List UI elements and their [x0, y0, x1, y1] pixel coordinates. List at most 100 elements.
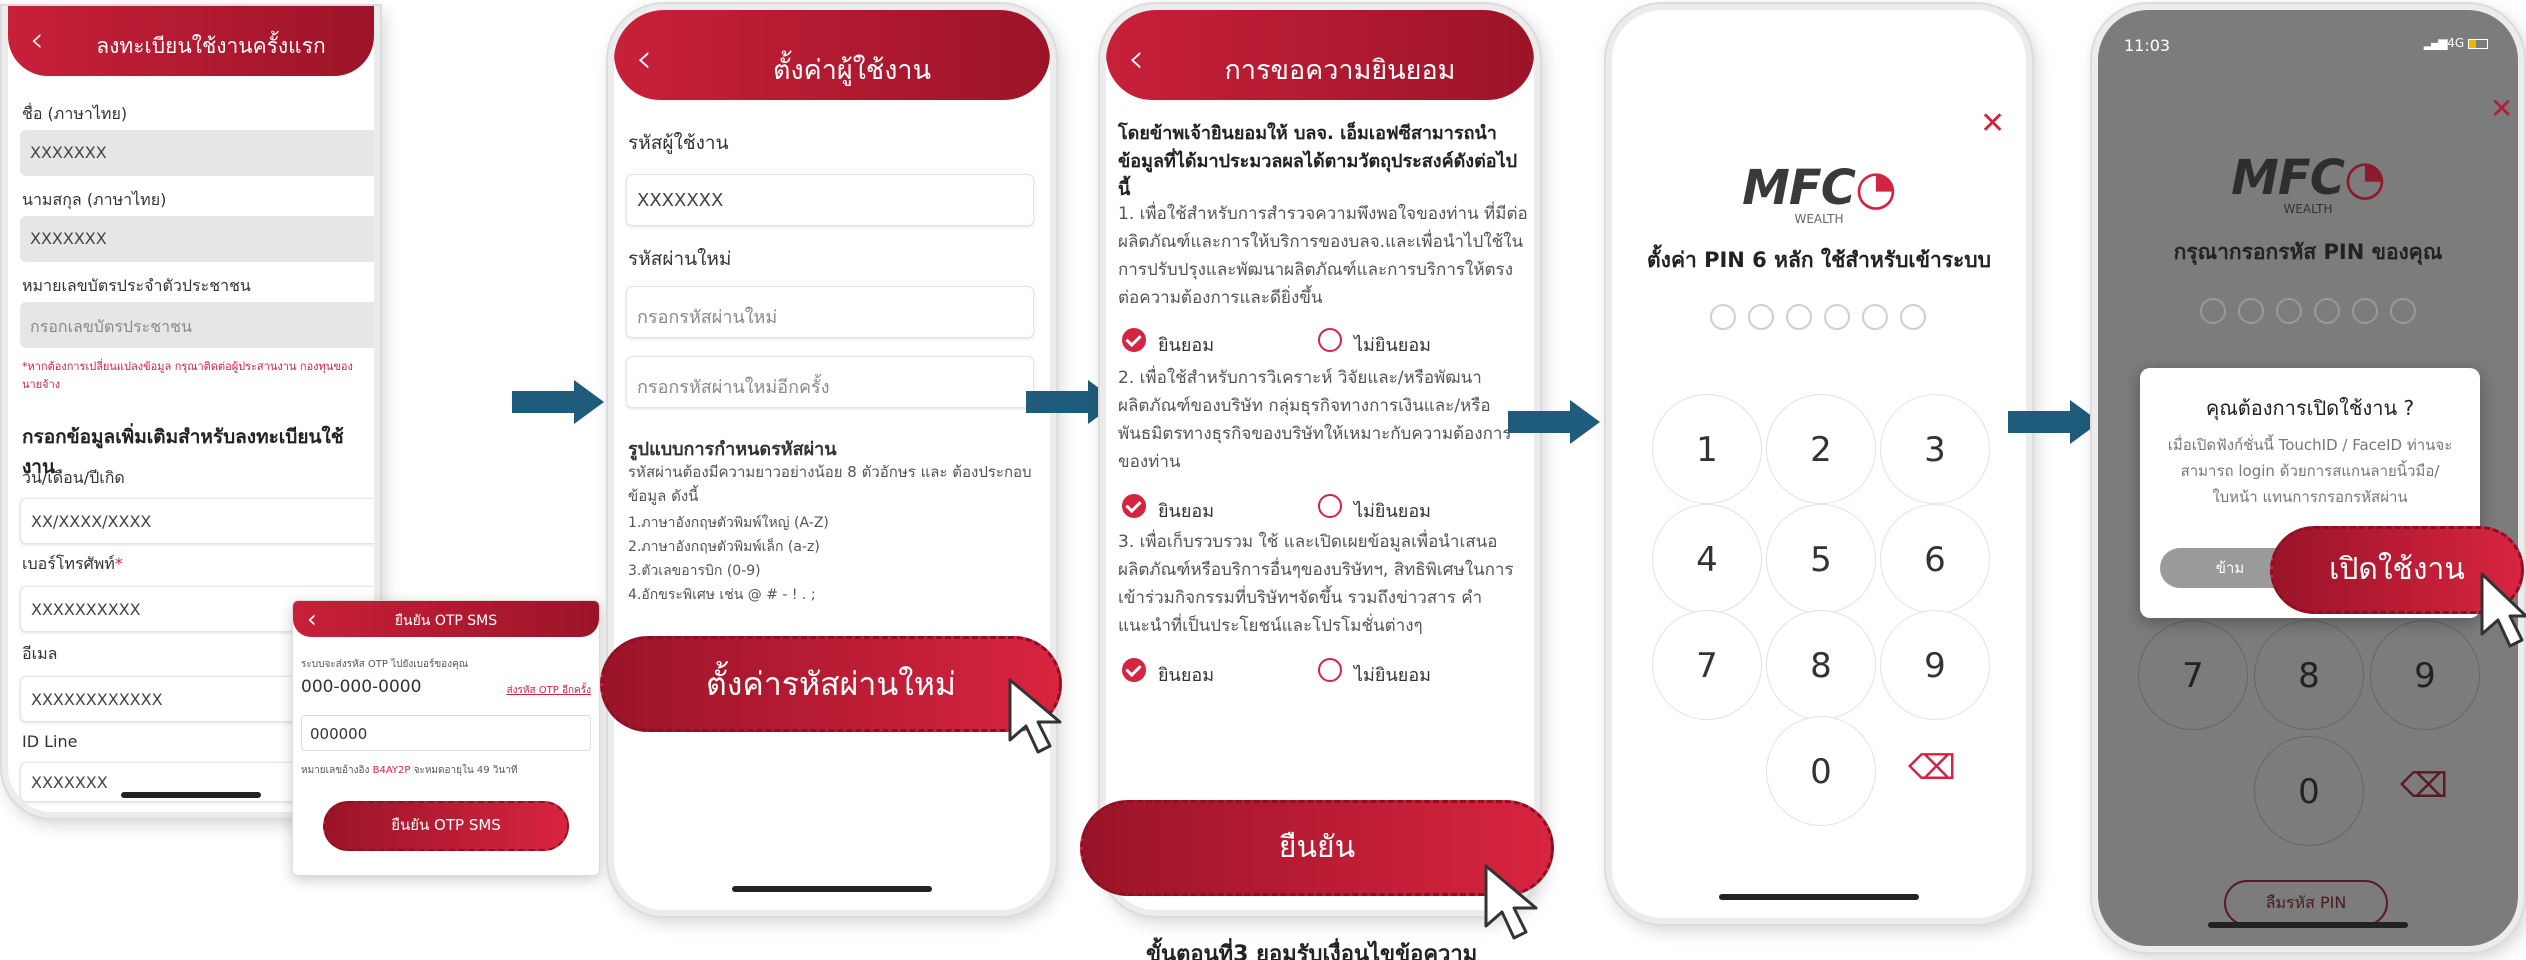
username-label: รหัสผู้ใช้งาน	[628, 132, 729, 154]
dialog-title: คุณต้องการเปิดใช้งาน ?	[2205, 396, 2415, 420]
disagree-radio[interactable]	[1318, 658, 1342, 682]
keypad-key[interactable]: 3	[1880, 394, 1990, 504]
otp-popup-header: ‹ ยืนยัน OTP SMS	[293, 601, 599, 637]
password-rule-item: 4.อักขระพิเศษ เช่น @ # - ! . ;	[628, 587, 816, 603]
consent-item-text: 1. เพื่อใช้สำหรับการสำรวจความพึงพอใจของท…	[1118, 204, 1528, 308]
battery-icon	[2468, 38, 2488, 49]
dob-label: วัน/เดือน/ปีเกิด	[22, 468, 125, 487]
pin-dot	[1786, 304, 1812, 330]
last-name-field[interactable]: XXXXXXX	[20, 216, 374, 262]
pin-dot	[2390, 298, 2416, 324]
pin-dot	[2352, 298, 2378, 324]
keypad-key[interactable]: 9	[1880, 610, 1990, 720]
agree-label: ยินยอม	[1158, 665, 1215, 686]
pin-dot	[1900, 304, 1926, 330]
phone-label-text: เบอร์โทรศัพท์	[22, 554, 115, 573]
keypad-key[interactable]: 0	[1766, 716, 1876, 826]
otp-info: ระบบจะส่งรหัส OTP ไปยังเบอร์ของคุณ	[301, 659, 469, 670]
mfc-wealth-logo: MFC◔ WEALTH	[1612, 160, 2026, 226]
agree-radio[interactable]	[1122, 328, 1146, 352]
keypad-key[interactable]: 7	[1652, 610, 1762, 720]
registration-header: ‹ ลงทะเบียนใช้งานครั้งแรก	[8, 6, 374, 76]
keypad-key[interactable]: 8	[2254, 620, 2364, 730]
keypad-key[interactable]: 7	[2138, 620, 2248, 730]
disagree-radio[interactable]	[1318, 328, 1342, 352]
otp-confirm-button[interactable]: ยืนยัน OTP SMS	[323, 801, 569, 851]
confirm-password-field[interactable]: กรอกรหัสผ่านใหม่อีกครั้ง	[626, 356, 1034, 408]
status-network: ▂▄▆ 4G	[2424, 36, 2488, 50]
otp-reference: หมายเลขอ้างอิง B4AY2P จะหมดอายุใน 49 วิน…	[301, 763, 517, 778]
pin-dot	[1710, 304, 1736, 330]
phone-screen-set-pin: ✕ MFC◔ WEALTH ตั้งค่า PIN 6 หลัก ใช้สำหร…	[1606, 4, 2032, 924]
close-icon[interactable]: ✕	[2490, 92, 2513, 125]
otp-popup: ‹ ยืนยัน OTP SMS ระบบจะส่งรหัส OTP ไปยัง…	[292, 600, 600, 876]
page-title: ตั้งค่าผู้ใช้งาน	[772, 55, 932, 86]
agree-label: ยินยอม	[1158, 501, 1215, 522]
set-password-button[interactable]: ตั้งค่ารหัสผ่านใหม่	[600, 636, 1062, 732]
username-field[interactable]: XXXXXXX	[626, 174, 1034, 226]
email-label: อีเมล	[22, 644, 58, 663]
password-rule-item: 3.ตัวเลขอารบิก (0-9)	[628, 563, 761, 579]
keypad-key[interactable]: 0	[2254, 736, 2364, 846]
agree-radio[interactable]	[1122, 494, 1146, 518]
keypad-key[interactable]: 1	[1652, 394, 1762, 504]
pin-dot	[1748, 304, 1774, 330]
home-indicator	[121, 792, 261, 798]
new-password-field[interactable]: กรอกรหัสผ่านใหม่	[626, 286, 1034, 338]
step-caption: ขั้นตอนที่3 ยอมรับเงื่อนไขข้อความ	[1146, 942, 1478, 960]
disagree-label: ไม่ยินยอม	[1354, 501, 1431, 522]
otp-code-field[interactable]: 000000	[301, 715, 591, 751]
agree-label: ยินยอม	[1158, 335, 1215, 356]
otp-ref-code: B4AY2P	[372, 765, 411, 776]
home-indicator	[1719, 894, 1919, 900]
first-name-field[interactable]: XXXXXXX	[20, 130, 374, 176]
dob-field[interactable]: XX/XXXX/XXXX	[20, 498, 374, 544]
page-title: ลงทะเบียนใช้งานครั้งแรก	[96, 34, 326, 58]
agree-radio[interactable]	[1122, 658, 1146, 682]
disagree-radio[interactable]	[1318, 494, 1342, 518]
pin-dot	[2314, 298, 2340, 324]
keypad-key[interactable]: 8	[1766, 610, 1876, 720]
phone-label: เบอร์โทรศัพท์*	[22, 552, 123, 577]
phone-screen-consent: ‹ การขอความยินยอม โดยข้าพเจ้ายินยอมให้ บ…	[1100, 4, 1540, 916]
otp-resend-link[interactable]: ส่งรหัส OTP อีกครั้ง	[507, 683, 591, 698]
contact-note: *หากต้องการเปลี่ยนแปลงข้อมูล กรุณาติดต่อ…	[22, 360, 353, 391]
backspace-icon[interactable]: ⌫	[2400, 766, 2448, 806]
keypad-key[interactable]: 5	[1766, 504, 1876, 614]
step-arrow-icon	[1508, 400, 1600, 444]
keypad-key[interactable]: 2	[1766, 394, 1876, 504]
disagree-label: ไม่ยินยอม	[1354, 665, 1431, 686]
keypad-key[interactable]: 9	[2370, 620, 2480, 730]
forgot-pin-button[interactable]: ลืมรหัส PIN	[2224, 880, 2388, 926]
close-icon[interactable]: ✕	[1980, 106, 2005, 141]
id-card-field[interactable]: กรอกเลขบัตรประชาชน	[20, 302, 374, 348]
consent-item-text: 3. เพื่อเก็บรวบรวม ใช้ และเปิดเผยข้อมูลเ…	[1118, 532, 1514, 636]
id-card-label: หมายเลขบัตรประจำตัวประชาชน	[22, 276, 251, 295]
home-indicator	[732, 886, 932, 892]
otp-phone: 000-000-0000	[301, 677, 422, 697]
last-name-label: นามสกุล (ภาษาไทย)	[22, 190, 167, 209]
pointer-cursor-icon	[1008, 678, 1062, 754]
phone-screen-biometric: 11:03 ▂▄▆ 4G ✕ MFC◔ WEALTH กรุณากรอกรหัส…	[2092, 4, 2524, 952]
pointer-cursor-icon	[1484, 864, 1538, 940]
line-id-label: ID Line	[22, 732, 78, 751]
disagree-label: ไม่ยินยอม	[1354, 335, 1431, 356]
step-arrow-icon	[2008, 400, 2100, 444]
mfc-wealth-logo: MFC◔ WEALTH	[2098, 150, 2518, 216]
enter-pin-title: กรุณากรอกรหัส PIN ของคุณ	[2173, 240, 2443, 264]
user-setup-header: ‹ ตั้งค่าผู้ใช้งาน	[614, 10, 1050, 100]
backspace-icon[interactable]: ⌫	[1908, 748, 1956, 788]
step-arrow-icon	[512, 380, 604, 424]
home-indicator	[2208, 922, 2408, 928]
signal-icon: ▂▄▆	[2423, 36, 2448, 50]
keypad-key[interactable]: 6	[1880, 504, 1990, 614]
page-title: การขอความยินยอม	[1224, 55, 1456, 86]
pin-dot	[1824, 304, 1850, 330]
keypad-key[interactable]: 4	[1652, 504, 1762, 614]
pin-dot	[2276, 298, 2302, 324]
phone-screen-user-setup: ‹ ตั้งค่าผู้ใช้งาน รหัสผู้ใช้งาน XXXXXXX…	[608, 4, 1056, 916]
pointer-cursor-icon	[2480, 572, 2526, 648]
network-type: 4G	[2447, 36, 2465, 50]
pin-dot	[1862, 304, 1888, 330]
set-pin-title: ตั้งค่า PIN 6 หลัก ใช้สำหรับเข้าระบบ	[1647, 248, 1991, 272]
